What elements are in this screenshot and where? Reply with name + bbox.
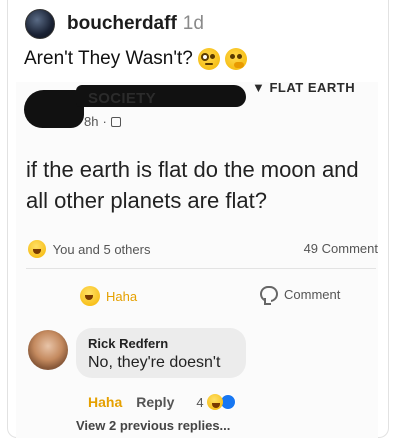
redacted-avatar — [24, 90, 84, 128]
page-tag: ▼ FLAT EARTH — [252, 82, 356, 95]
commenter-avatar[interactable] — [28, 330, 68, 370]
post-caption: Aren't They Wasn't? — [24, 48, 193, 69]
divider — [26, 268, 376, 269]
reactions-summary[interactable]: You and 5 others — [53, 242, 151, 257]
meta-time: 8h — [84, 114, 99, 129]
comment-count[interactable]: 49 Comment — [304, 241, 378, 256]
post-time: 1d — [182, 13, 204, 34]
comment-bubble: Rick Redfern No, they're doesn't — [76, 328, 246, 378]
comment-actions: Haha Reply 4 — [88, 392, 288, 412]
comment-reaction-count: 4 — [196, 394, 204, 410]
comment-label: Comment — [284, 286, 341, 302]
haha-reaction-icon — [28, 240, 46, 258]
haha-button[interactable]: Haha — [80, 286, 137, 306]
author-row: boucherdaff 1d — [25, 9, 204, 39]
view-previous-replies[interactable]: View 2 previous replies... — [76, 418, 230, 433]
caption-row: Aren't They Wasn't? — [24, 48, 247, 70]
comment-reactions[interactable] — [206, 394, 236, 410]
monocle-face-icon — [197, 48, 220, 70]
comment-icon — [260, 286, 278, 305]
audience-icon — [110, 116, 121, 127]
page-name: SOCIETY — [88, 90, 156, 107]
author-name[interactable]: boucherdaff — [67, 13, 177, 35]
action-row: Haha Comment — [28, 286, 378, 308]
stats-row: You and 5 others 49 Comment — [28, 240, 378, 260]
comment-reply-button[interactable]: Reply — [136, 394, 174, 410]
post-body: if the earth is flat do the moon and all… — [26, 157, 359, 213]
avatar[interactable] — [25, 9, 55, 39]
comment-button[interactable]: Comment — [260, 286, 341, 305]
embedded-screenshot: ▼ FLAT EARTH SOCIETY 8h · if the earth i… — [16, 82, 378, 438]
haha-reaction-icon — [206, 394, 223, 410]
comment-author[interactable]: Rick Redfern — [88, 336, 168, 351]
post-meta: 8h · — [84, 114, 121, 129]
thinking-face-icon — [224, 48, 247, 70]
haha-icon — [80, 286, 100, 306]
comment-haha-button[interactable]: Haha — [88, 394, 122, 410]
comment-text: No, they're doesn't — [88, 354, 221, 371]
haha-label: Haha — [106, 288, 138, 304]
meta-separator: · — [102, 114, 107, 129]
